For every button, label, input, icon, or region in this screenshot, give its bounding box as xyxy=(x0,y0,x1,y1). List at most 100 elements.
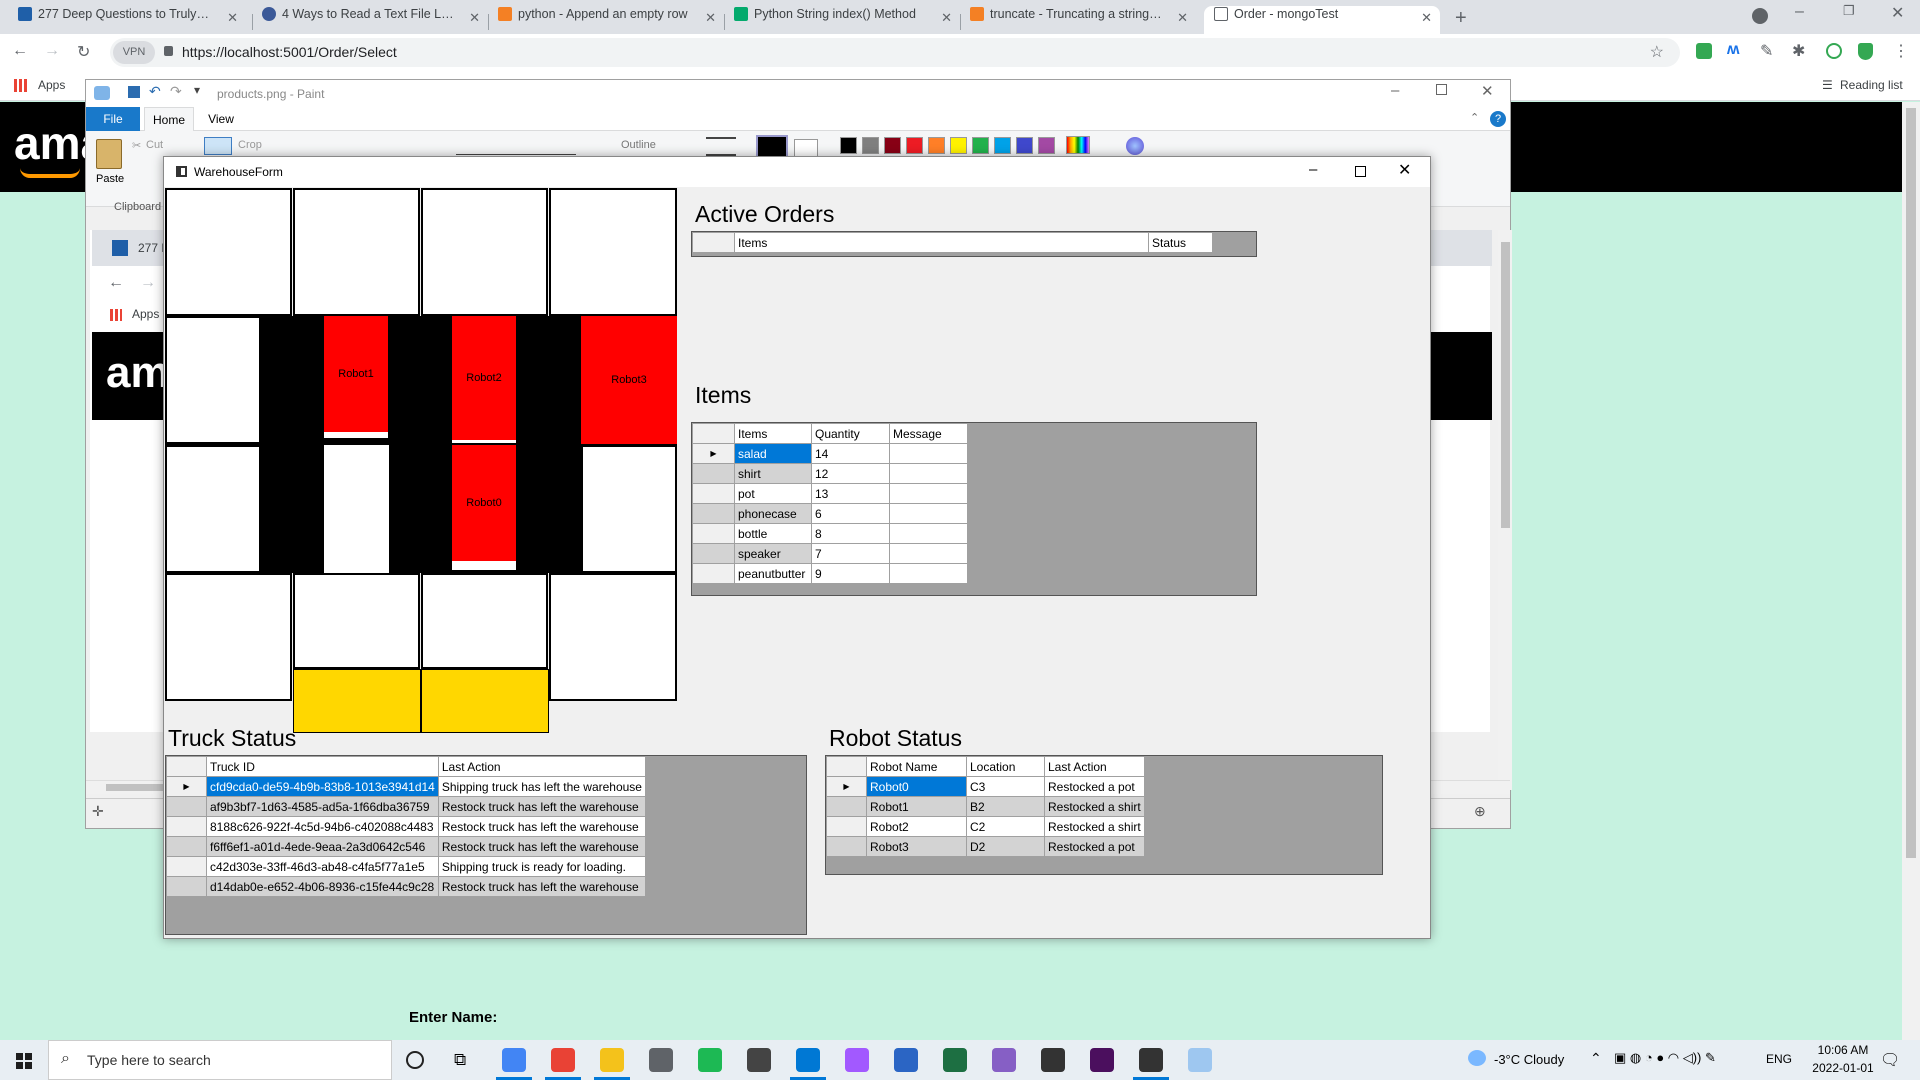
table-row[interactable]: af9b3bf7-1d63-4585-ad5a-1f66dba36759 Rest… xyxy=(166,796,646,817)
close-tab-icon[interactable]: ✕ xyxy=(1421,10,1432,26)
weather-icon[interactable] xyxy=(1468,1050,1486,1066)
close-tab-icon[interactable]: ✕ xyxy=(941,10,952,26)
extension-ab-icon[interactable] xyxy=(1696,43,1712,59)
table-row[interactable]: Robot3 D2 Restocked a pot xyxy=(826,836,1145,857)
row-header[interactable] xyxy=(166,816,207,837)
table-cell[interactable]: Restocked a shirt xyxy=(1044,796,1145,817)
save-icon[interactable] xyxy=(128,86,140,98)
row-header[interactable] xyxy=(692,543,735,564)
weather-text[interactable]: -3°C Cloudy xyxy=(1494,1052,1564,1067)
url-text[interactable]: https://localhost:5001/Order/Select xyxy=(182,44,397,60)
vpn-badge[interactable]: VPN xyxy=(113,41,155,64)
table-cell[interactable]: Robot0 xyxy=(866,776,967,797)
ribbon-collapse-icon[interactable]: ⌃ xyxy=(1470,111,1479,124)
table-row[interactable]: shirt 12 xyxy=(692,463,968,484)
table-cell[interactable]: speaker xyxy=(734,543,812,564)
palette-swatch[interactable] xyxy=(862,137,879,154)
items-grid[interactable]: Items Quantity Message ▶ salad 14 shirt 12 po… xyxy=(691,422,1257,596)
table-row[interactable]: peanutbutter 9 xyxy=(692,563,968,584)
close-tab-icon[interactable]: ✕ xyxy=(705,10,716,26)
redo-icon[interactable]: ↷ xyxy=(170,83,182,100)
table-cell[interactable] xyxy=(889,483,968,504)
column-header[interactable]: Items xyxy=(734,232,1149,253)
row-header[interactable] xyxy=(166,876,207,897)
row-header[interactable] xyxy=(166,796,207,817)
extensions-puzzle-icon[interactable]: ✱ xyxy=(1792,41,1805,61)
vscode-icon[interactable] xyxy=(796,1048,820,1072)
table-row[interactable]: ▶ salad 14 xyxy=(692,443,968,464)
clock-date[interactable]: 2022-01-01 xyxy=(1808,1061,1878,1075)
table-cell[interactable]: 7 xyxy=(811,543,890,564)
column-header[interactable]: Quantity xyxy=(811,423,890,444)
table-cell[interactable]: 8188c626-922f-4c5d-94b6-c402088c4483 xyxy=(206,816,439,837)
row-header[interactable]: ▶ xyxy=(692,443,735,464)
tab-search-icon[interactable] xyxy=(1752,8,1768,24)
outline-dropdown[interactable]: Outline xyxy=(621,139,656,151)
tray-chevron-icon[interactable]: ⌃ xyxy=(1590,1050,1602,1067)
tab-view[interactable]: View xyxy=(201,107,241,131)
back-icon[interactable]: ← xyxy=(12,42,28,60)
row-header[interactable] xyxy=(692,483,735,504)
zoom-in-icon[interactable]: ⊕ xyxy=(1474,803,1486,820)
truck-status-grid[interactable]: Truck ID Last Action ▶ cfd9cda0-de59-4b9b… xyxy=(165,755,807,935)
column-header[interactable]: Truck ID xyxy=(206,756,439,777)
robot-status-grid[interactable]: Robot Name Location Last Action ▶ Robot0 C… xyxy=(825,755,1383,875)
browser-tab[interactable]: truncate - Truncating a string in ✕ xyxy=(960,6,1196,34)
table-cell[interactable] xyxy=(889,543,968,564)
table-cell[interactable] xyxy=(889,463,968,484)
table-cell[interactable]: 8 xyxy=(811,523,890,544)
table-cell[interactable]: 13 xyxy=(811,483,890,504)
table-cell[interactable]: Shipping truck has left the warehouse xyxy=(437,776,646,797)
canvas-vscrollbar[interactable] xyxy=(1498,230,1512,790)
row-header[interactable] xyxy=(692,463,735,484)
table-cell[interactable]: cfd9cda0-de59-4b9b-83b8-1013e3941d14 xyxy=(206,776,439,797)
undo-icon[interactable]: ↶ xyxy=(149,83,161,100)
table-cell[interactable]: d14dab0e-e652-4b06-8936-c15fe44c9c28 xyxy=(206,876,439,897)
lock-icon[interactable] xyxy=(164,46,173,56)
apps-grid-icon[interactable] xyxy=(14,79,27,92)
form-maximize-icon[interactable] xyxy=(1355,166,1366,177)
browser-tab[interactable]: Python String index() Method ✕ xyxy=(724,6,960,34)
table-cell[interactable]: c42d303e-33ff-46d3-ab48-c4fa5f77a1e5 xyxy=(206,856,439,877)
snip-tool-icon[interactable] xyxy=(1041,1048,1065,1072)
table-cell[interactable]: D2 xyxy=(966,836,1045,857)
spotify-icon[interactable] xyxy=(698,1048,722,1072)
palette-swatch[interactable] xyxy=(928,137,945,154)
table-row[interactable]: ▶ Robot0 C3 Restocked a pot xyxy=(826,776,1145,797)
crop-button[interactable]: Crop xyxy=(238,139,262,151)
paste-icon[interactable] xyxy=(96,139,122,169)
chrome-icon[interactable] xyxy=(502,1048,526,1072)
tray-icons[interactable]: ▣ ◍ ◔ ● ◠ ◁)) ✎ xyxy=(1614,1050,1716,1066)
extension-wave-icon[interactable]: ʍ xyxy=(1727,41,1739,59)
table-cell[interactable]: shirt xyxy=(734,463,812,484)
task-view-icon[interactable]: ⧉ xyxy=(454,1050,466,1070)
new-tab-icon[interactable]: + xyxy=(1455,7,1467,30)
table-cell[interactable]: C2 xyxy=(966,816,1045,837)
table-cell[interactable] xyxy=(889,443,968,464)
table-row[interactable]: Robot1 B2 Restocked a shirt xyxy=(826,796,1145,817)
shapes-gallery[interactable] xyxy=(456,141,576,155)
table-cell[interactable]: B2 xyxy=(966,796,1045,817)
table-cell[interactable]: C3 xyxy=(966,776,1045,797)
column-header[interactable]: Last Action xyxy=(437,756,646,777)
excel-icon[interactable] xyxy=(943,1048,967,1072)
row-header[interactable] xyxy=(826,836,867,857)
select-tool[interactable] xyxy=(204,137,232,155)
palette-swatch[interactable] xyxy=(1016,137,1033,154)
reading-list-button[interactable]: Reading list xyxy=(1840,78,1903,92)
file-explorer-icon[interactable] xyxy=(600,1048,624,1072)
browser-icon[interactable] xyxy=(845,1048,869,1072)
browser-tab[interactable]: 277 Deep Questions to Truly Get ✕ xyxy=(8,6,246,34)
table-row[interactable]: speaker 7 xyxy=(692,543,968,564)
close-tab-icon[interactable]: ✕ xyxy=(1177,10,1188,26)
row-header[interactable]: ▶ xyxy=(166,776,207,797)
tab-home[interactable]: Home xyxy=(144,107,194,132)
table-cell[interactable]: 9 xyxy=(811,563,890,584)
shield-icon[interactable] xyxy=(1858,43,1873,60)
scissors-icon[interactable]: ✂ xyxy=(132,139,141,152)
row-header[interactable] xyxy=(692,563,735,584)
table-cell[interactable]: bottle xyxy=(734,523,812,544)
table-row[interactable]: 8188c626-922f-4c5d-94b6-c402088c4483 Rest… xyxy=(166,816,646,837)
notifications-icon[interactable]: 🗨 xyxy=(1880,1050,1900,1070)
table-cell[interactable]: Restocked a pot xyxy=(1044,776,1145,797)
